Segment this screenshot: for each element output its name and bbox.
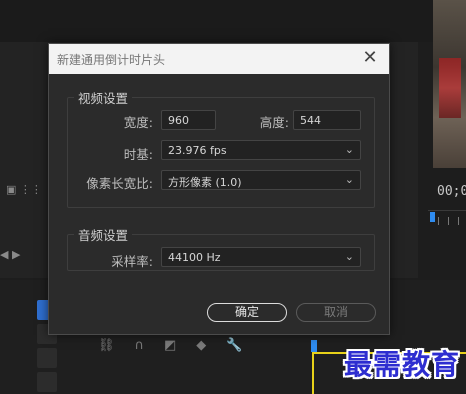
audio-settings-legend: 音频设置 [78, 228, 129, 243]
ok-button[interactable]: 确定 [207, 303, 287, 322]
sample-rate-select[interactable]: 44100 Hz ⌄ [161, 247, 361, 267]
dialog-titlebar: 新建通用倒计时片头 ✕ [49, 44, 389, 74]
sample-rate-label: 采样率: [111, 254, 153, 269]
razor-tool-icon[interactable] [37, 372, 57, 392]
aspect-ratio-label: 像素长宽比: [86, 176, 153, 191]
video-settings-legend: 视频设置 [78, 91, 129, 106]
chevron-down-icon: ⌄ [344, 250, 354, 263]
program-timecode: 00;0 [437, 184, 466, 199]
program-playhead[interactable] [430, 212, 435, 222]
timebase-value: 23.976 fps [168, 144, 227, 157]
watermark-logo: 最需教育 [344, 348, 461, 381]
height-field[interactable]: 544 [293, 110, 361, 130]
sample-rate-value: 44100 Hz [168, 251, 221, 264]
cancel-button[interactable]: 取消 [296, 303, 376, 322]
width-field[interactable]: 960 [161, 110, 216, 130]
chevron-down-icon: ⌄ [344, 173, 354, 186]
program-monitor-preview [433, 0, 466, 168]
top-panel-strip [0, 0, 466, 42]
transport-icons[interactable]: ◀ ▶ [0, 248, 20, 261]
aspect-ratio-value: 方形像素 (1.0) [168, 176, 242, 189]
timeline-tool-icons[interactable]: ⛓∩◩◆🔧 [98, 338, 263, 353]
monitor-control-icons[interactable]: ▣ ⋮⋮ [6, 183, 42, 196]
height-label: 高度: [259, 115, 289, 130]
dialog-title: 新建通用倒计时片头 [57, 53, 166, 67]
close-icon[interactable]: ✕ [359, 47, 381, 69]
ripple-edit-tool-icon[interactable] [37, 348, 57, 368]
timeline-playhead[interactable] [311, 340, 317, 352]
playhead-line [312, 352, 314, 394]
width-label: 宽度: [123, 115, 153, 130]
timebase-label: 时基: [123, 147, 153, 162]
timebase-select[interactable]: 23.976 fps ⌄ [161, 140, 361, 160]
chevron-down-icon: ⌄ [344, 143, 354, 156]
aspect-ratio-select[interactable]: 方形像素 (1.0) ⌄ [161, 170, 361, 190]
new-countdown-dialog: 新建通用倒计时片头 ✕ 视频设置 宽度: 960 高度: 544 时基: 23.… [48, 43, 390, 335]
